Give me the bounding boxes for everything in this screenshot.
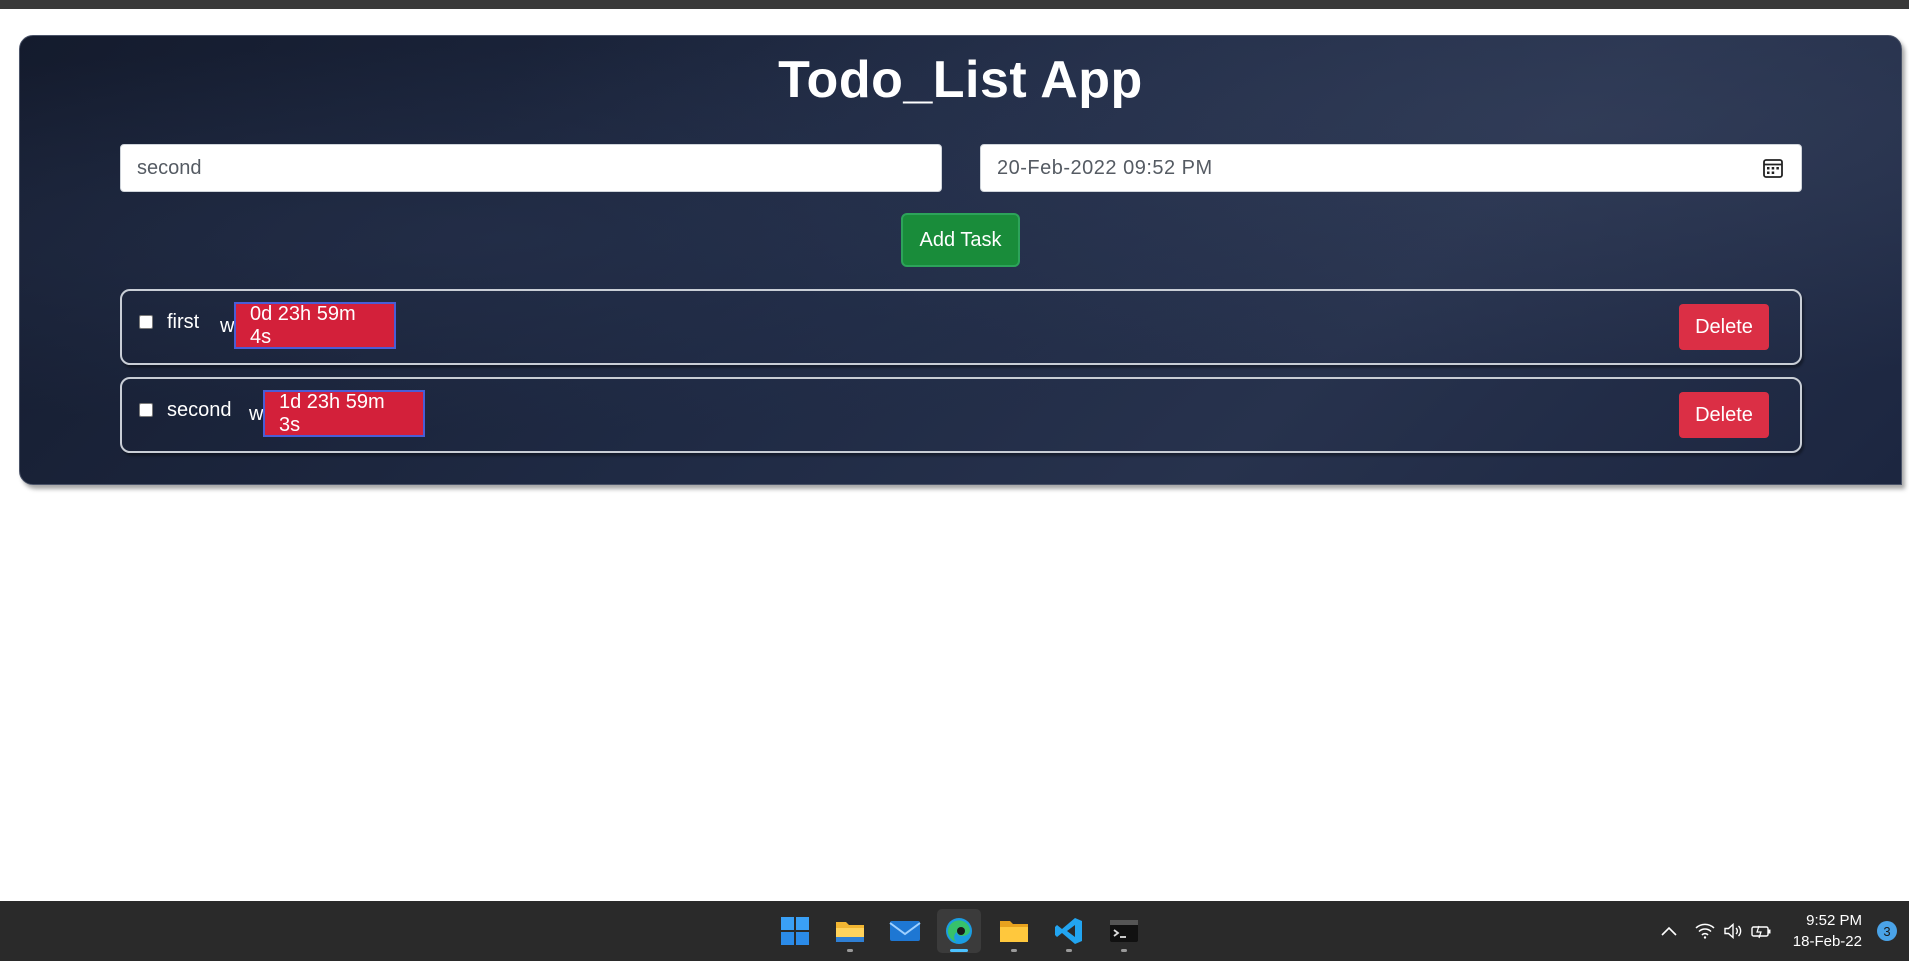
delete-task-button[interactable]: Delete bbox=[1679, 392, 1769, 438]
folder-icon[interactable] bbox=[992, 909, 1036, 953]
app-title: Todo_List App bbox=[778, 51, 1143, 109]
running-indicator bbox=[847, 949, 853, 952]
taskbar-clock[interactable]: 9:52 PM 18-Feb-22 bbox=[1793, 910, 1862, 952]
battery-icon[interactable] bbox=[1750, 920, 1772, 942]
task-row: first w 0d 23h 59m 4s Delete bbox=[120, 289, 1802, 365]
countdown-badge: 1d 23h 59m 3s bbox=[263, 390, 425, 437]
windows-taskbar: 9:52 PM 18-Feb-22 3 bbox=[0, 901, 1909, 961]
notification-badge[interactable]: 3 bbox=[1877, 921, 1897, 941]
task-checkbox[interactable] bbox=[139, 403, 153, 417]
task-trailing-text: w bbox=[249, 403, 264, 425]
running-indicator bbox=[1121, 949, 1127, 952]
running-indicator bbox=[1066, 949, 1072, 952]
terminal-icon[interactable] bbox=[1102, 909, 1146, 953]
system-tray bbox=[1658, 901, 1772, 961]
countdown-badge: 0d 23h 59m 4s bbox=[234, 302, 396, 349]
edge-browser-icon[interactable] bbox=[937, 909, 981, 953]
calendar-icon[interactable] bbox=[1762, 157, 1784, 179]
active-indicator bbox=[950, 949, 968, 952]
clock-time: 9:52 PM bbox=[1806, 912, 1862, 929]
date-time-input[interactable]: 20-Feb-2022 09:52 PM bbox=[980, 144, 1802, 192]
volume-icon[interactable] bbox=[1722, 920, 1744, 942]
wifi-icon[interactable] bbox=[1694, 920, 1716, 942]
task-input[interactable] bbox=[120, 144, 942, 192]
running-indicator bbox=[1011, 949, 1017, 952]
browser-top-strip bbox=[0, 0, 1909, 9]
mail-icon[interactable] bbox=[883, 909, 927, 953]
task-name: first bbox=[167, 311, 200, 333]
date-time-picker[interactable]: 20-Feb-2022 09:52 PM bbox=[980, 144, 1802, 192]
windows-start-icon[interactable] bbox=[773, 909, 817, 953]
chevron-up-icon[interactable] bbox=[1658, 920, 1680, 942]
clock-date: 18-Feb-22 bbox=[1792, 933, 1862, 950]
todo-app-panel: Todo_List App 20-Feb-2022 09:52 PM Add T… bbox=[19, 35, 1902, 485]
task-name: second bbox=[167, 399, 232, 421]
task-trailing-text: w bbox=[220, 315, 235, 337]
task-row: second w 1d 23h 59m 3s Delete bbox=[120, 377, 1802, 453]
delete-task-button[interactable]: Delete bbox=[1679, 304, 1769, 350]
file-explorer-icon[interactable] bbox=[828, 909, 872, 953]
task-checkbox[interactable] bbox=[139, 315, 153, 329]
vscode-icon[interactable] bbox=[1047, 909, 1091, 953]
add-task-button[interactable]: Add Task bbox=[901, 213, 1020, 267]
